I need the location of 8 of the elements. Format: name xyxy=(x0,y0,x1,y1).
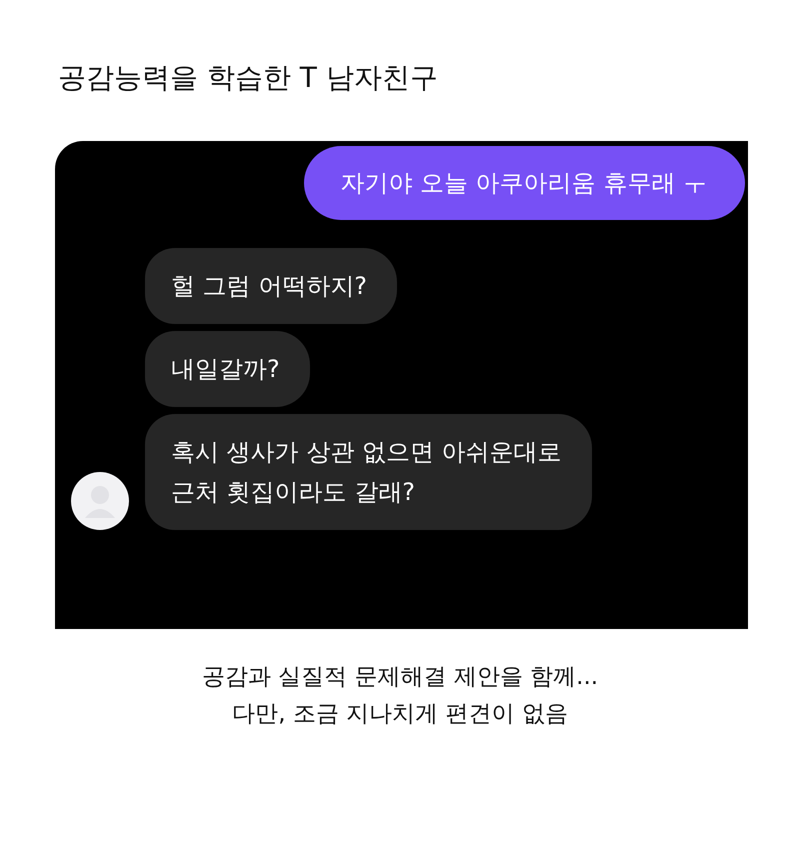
caption-text: 공감과 실질적 문제해결 제안을 함께... xyxy=(202,663,598,692)
caption-text: 다만, 조금 지나치게 편견이 없음 xyxy=(232,700,568,729)
avatar-icon xyxy=(71,472,129,530)
message-bubble: 자기야 오늘 아쿠아리움 휴무래 ㅜ xyxy=(304,146,745,220)
message-bubble: 헐 그럼 어떡하지? xyxy=(145,248,397,324)
post-title: 공감능력을 학습한 T 남자친구 xyxy=(58,60,438,96)
message-bubble: 혹시 생사가 상관 없으면 아쉬운대로 근처 횟집이라도 갈래? xyxy=(145,414,592,530)
message-bubble: 내일갈까? xyxy=(145,331,310,407)
